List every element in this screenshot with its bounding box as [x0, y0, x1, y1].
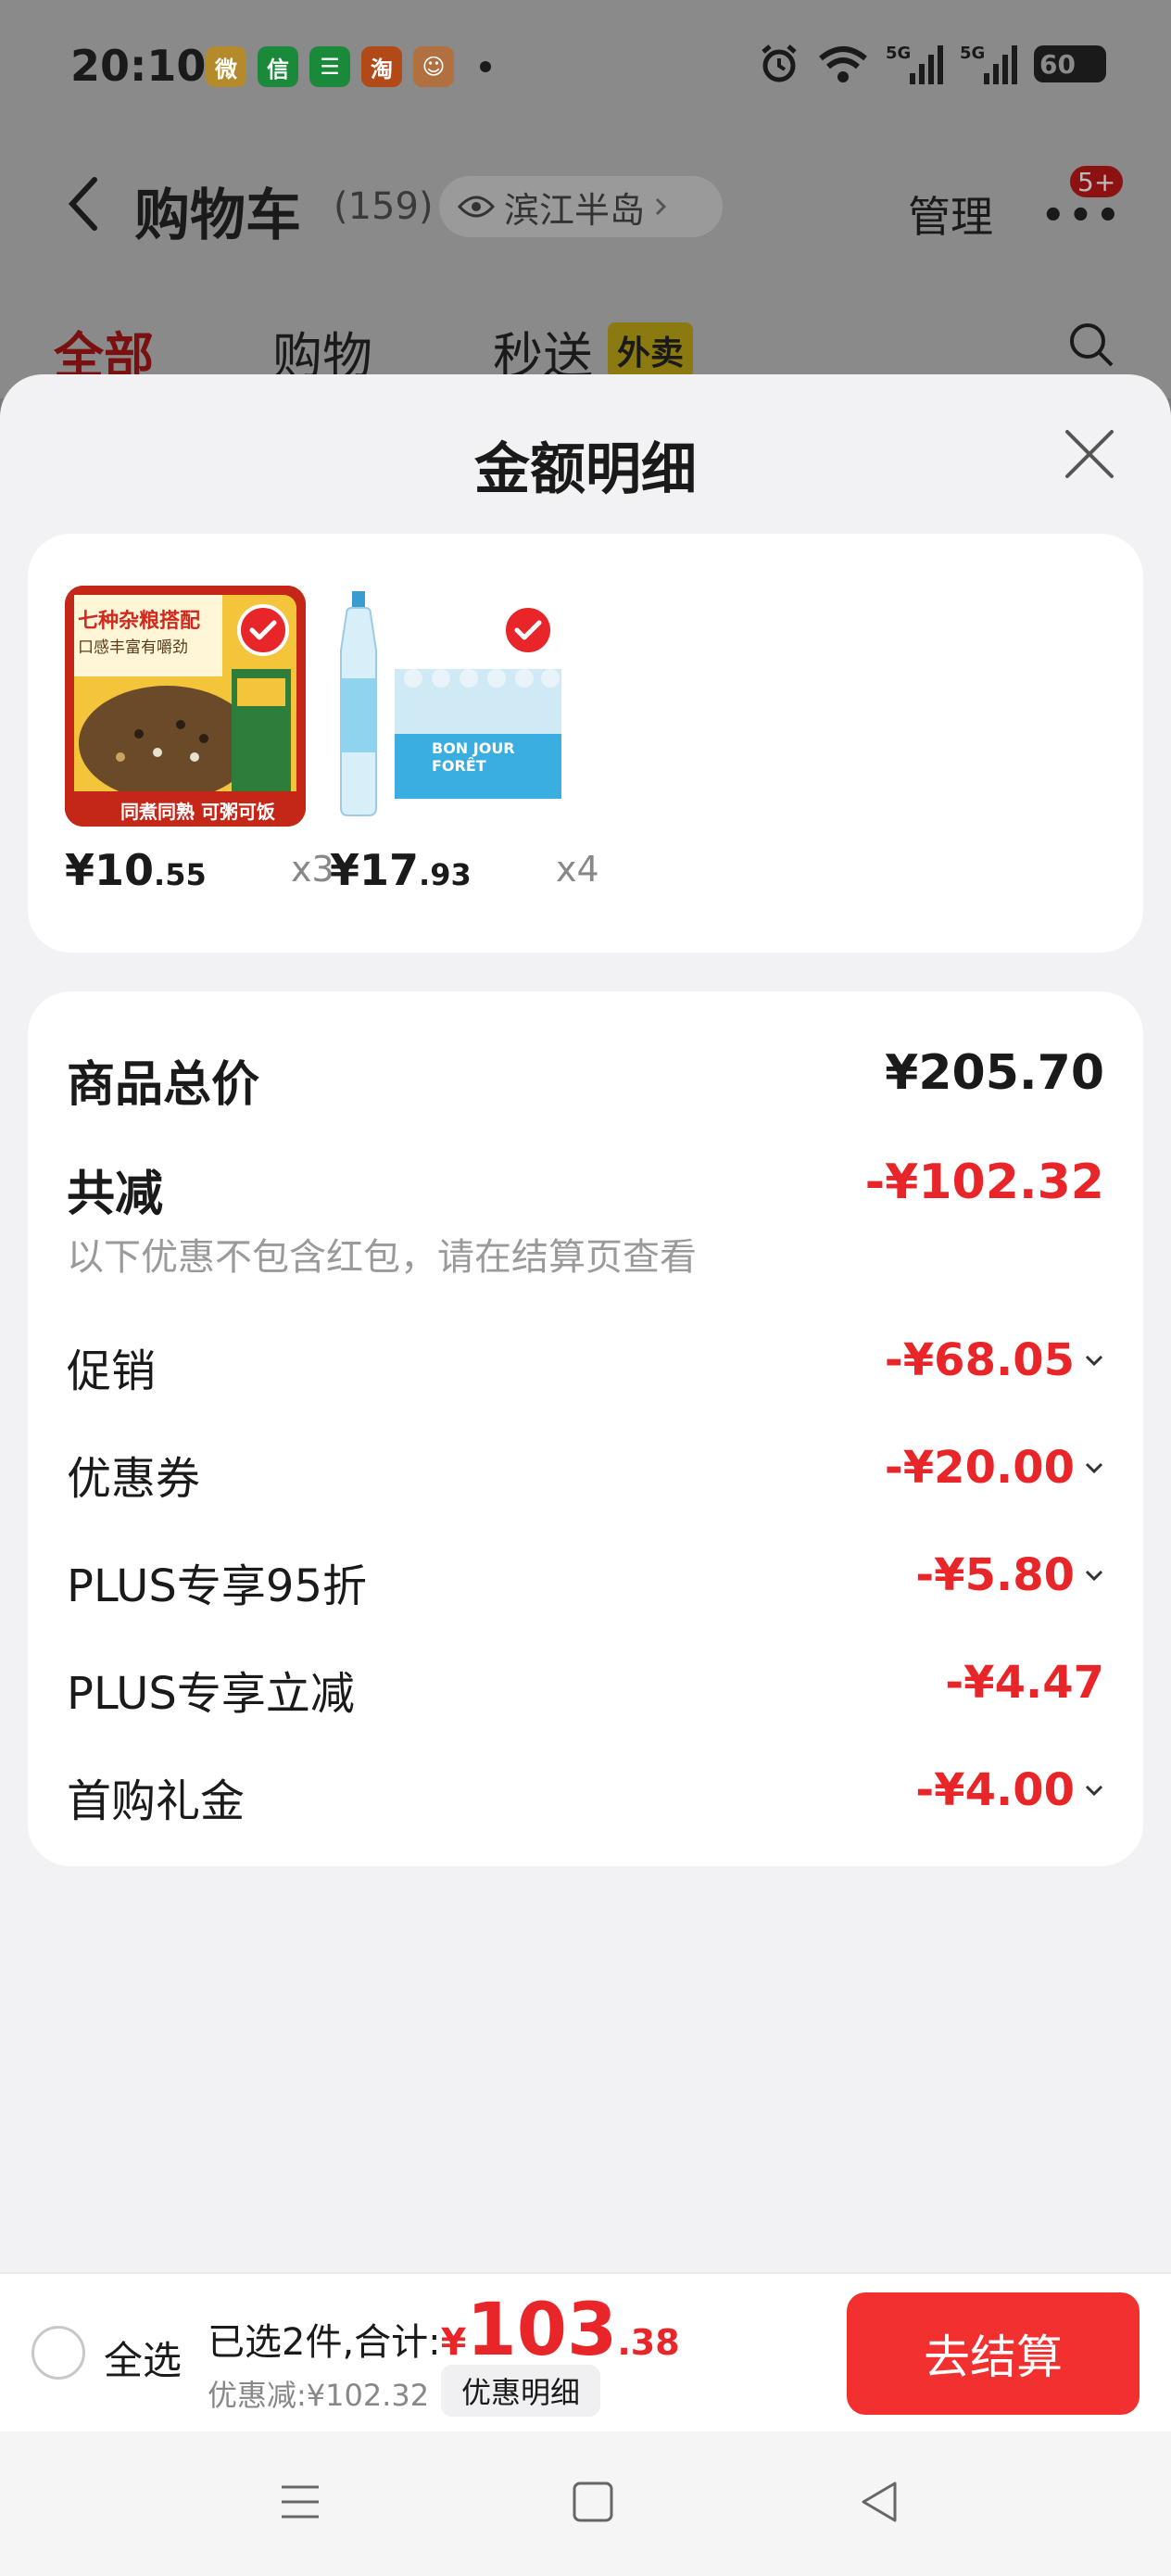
status-bar: 20:10 微 信 ☰ 淘 ☺ 5G 5G 60 [0, 0, 1171, 139]
weibo-icon: 微 [206, 46, 246, 87]
banner-bottom-text: 同煮同熟 可粥可饭 [120, 801, 275, 823]
checkout-button[interactable]: 去结算 [847, 2292, 1140, 2415]
banner-sub-text: 口感丰富有嚼劲 [78, 638, 188, 657]
status-app-icons: 微 信 ☰ 淘 ☺ [206, 46, 454, 87]
red-packet-hint: 以下优惠不包含红包，请在结算页查看 [67, 1236, 697, 1279]
price-decimal: .93 [419, 857, 472, 892]
selected-check-icon [502, 604, 554, 656]
discount-amount: -¥4.47 [945, 1657, 1104, 1709]
signal-icon: 5G [960, 44, 1017, 84]
product-item[interactable]: BON JOUR FORÊT ¥17.93 x4 [330, 586, 599, 895]
location-selector[interactable]: 滨江半岛 [439, 176, 723, 237]
eye-icon [458, 196, 495, 218]
discount-label: PLUS专享立减 [67, 1668, 355, 1720]
summary-total-integer: 103 [466, 2289, 618, 2372]
signal-icon: 5G [886, 44, 943, 84]
app-mascot-icon: ☺ [413, 46, 454, 87]
product-quantity: x4 [556, 849, 599, 890]
price-decimal: .55 [154, 857, 207, 892]
signal-label: 5G [960, 44, 986, 63]
discount-amount: -¥20.00 [884, 1442, 1075, 1494]
checkout-bar: 全选 已选2件,合计: ¥103.38 优惠减:¥102.32 优惠明细 去结算 [0, 2272, 1171, 2431]
status-time: 20:10 [70, 41, 207, 91]
price-detail-card: 商品总价 ¥205.70 共减 -¥102.32 以下优惠不包含红包，请在结算页… [28, 991, 1143, 1866]
amount-detail-sheet: 金额明细 七种杂粮搭配 口感丰富有嚼劲 同煮同熟 可粥可饭 ¥10.55 x3 … [0, 374, 1171, 2274]
discount-amount: -¥5.80 [915, 1549, 1075, 1601]
discount-label: PLUS专享95折 [67, 1560, 367, 1612]
banner-top-text: 七种杂粮搭配 [78, 610, 201, 633]
page-title: 购物车 [134, 183, 301, 248]
taobao-icon: 淘 [361, 46, 402, 87]
discount-amount: -¥4.00 [915, 1764, 1075, 1816]
select-all-checkbox[interactable] [31, 2326, 85, 2380]
product-image-rice: 七种杂粮搭配 口感丰富有嚼劲 同煮同熟 可粥可饭 [65, 586, 306, 827]
back-arrow-icon[interactable] [65, 176, 102, 232]
manage-button[interactable]: 管理 [908, 183, 993, 245]
takeout-tag: 外卖 [608, 322, 694, 378]
search-icon[interactable] [1067, 321, 1115, 369]
total-reduction-label: 共减 [67, 1167, 164, 1222]
discount-detail-button[interactable]: 优惠明细 [441, 2365, 601, 2417]
selected-items-card: 七种杂粮搭配 口感丰富有嚼劲 同煮同熟 可粥可饭 ¥10.55 x3 BON J… [28, 534, 1143, 953]
back-icon[interactable] [858, 2480, 902, 2524]
background-page: 20:10 微 信 ☰ 淘 ☺ 5G 5G 60 购物车 (159) 滨江半岛 … [0, 0, 1171, 398]
summary-currency: ¥ [440, 2321, 467, 2364]
discount-value: -¥4.00 [915, 1764, 1104, 1816]
product-quantity: x3 [291, 849, 334, 890]
notification-dot-icon [480, 61, 491, 72]
sheet-title: 金额明细 [474, 437, 697, 502]
price-integer: ¥17 [330, 845, 420, 895]
wechat-icon: 信 [258, 46, 298, 87]
total-reduction-value: -¥102.32 [864, 1155, 1104, 1210]
cart-count: (159) [334, 185, 434, 228]
discount-label: 促销 [67, 1345, 157, 1397]
product-price: ¥17.93 [330, 845, 472, 895]
message-badge: 5+ [1067, 163, 1127, 200]
wifi-icon [819, 46, 867, 82]
close-icon[interactable] [1062, 426, 1117, 482]
summary-total-decimal: .38 [617, 2322, 680, 2363]
summary-prefix: 已选2件,合计: [208, 2321, 441, 2364]
discount-value: -¥20.00 [885, 1442, 1104, 1494]
menu-icon[interactable] [278, 2480, 322, 2524]
order-summary: 已选2件,合计: ¥103.38 [208, 2289, 680, 2372]
discount-value: -¥4.47 [945, 1657, 1104, 1709]
chevron-down-icon [1085, 1355, 1103, 1367]
system-navigation-bar [0, 2431, 1171, 2576]
message-icon: ☰ [309, 46, 350, 87]
home-icon[interactable] [571, 2480, 615, 2524]
location-label: 滨江半岛 [504, 189, 646, 231]
chevron-right-icon [655, 197, 667, 216]
discount-value: -¥5.80 [915, 1549, 1104, 1601]
alarm-icon [762, 44, 797, 82]
discount-amount: -¥68.05 [884, 1334, 1075, 1386]
total-price-value: ¥205.70 [885, 1045, 1104, 1101]
discount-label: 首购礼金 [67, 1775, 246, 1827]
signal-label: 5G [886, 44, 912, 63]
discount-label: 优惠券 [67, 1453, 201, 1505]
battery-level: 60 [1039, 48, 1076, 80]
selected-check-icon [237, 604, 289, 656]
discount-summary: 优惠减:¥102.32 [208, 2378, 430, 2413]
product-image-water: BON JOUR FORÊT [330, 586, 571, 827]
chevron-down-icon [1085, 1462, 1103, 1474]
status-indicators: 5G 5G 60 [758, 43, 1106, 85]
discount-value: -¥68.05 [885, 1334, 1104, 1386]
chevron-down-icon [1085, 1785, 1103, 1797]
total-price-label: 商品总价 [67, 1057, 260, 1113]
select-all-label[interactable]: 全选 [104, 2330, 182, 2386]
battery-icon: 60 [1034, 45, 1106, 82]
water-label-text: BON JOUR FORÊT [432, 739, 515, 775]
chevron-down-icon [1085, 1570, 1103, 1582]
price-integer: ¥10 [65, 845, 155, 895]
product-item[interactable]: 七种杂粮搭配 口感丰富有嚼劲 同煮同熟 可粥可饭 ¥10.55 x3 [65, 586, 334, 895]
product-price: ¥10.55 [65, 845, 207, 895]
more-icon[interactable]: ••• [1041, 195, 1124, 237]
